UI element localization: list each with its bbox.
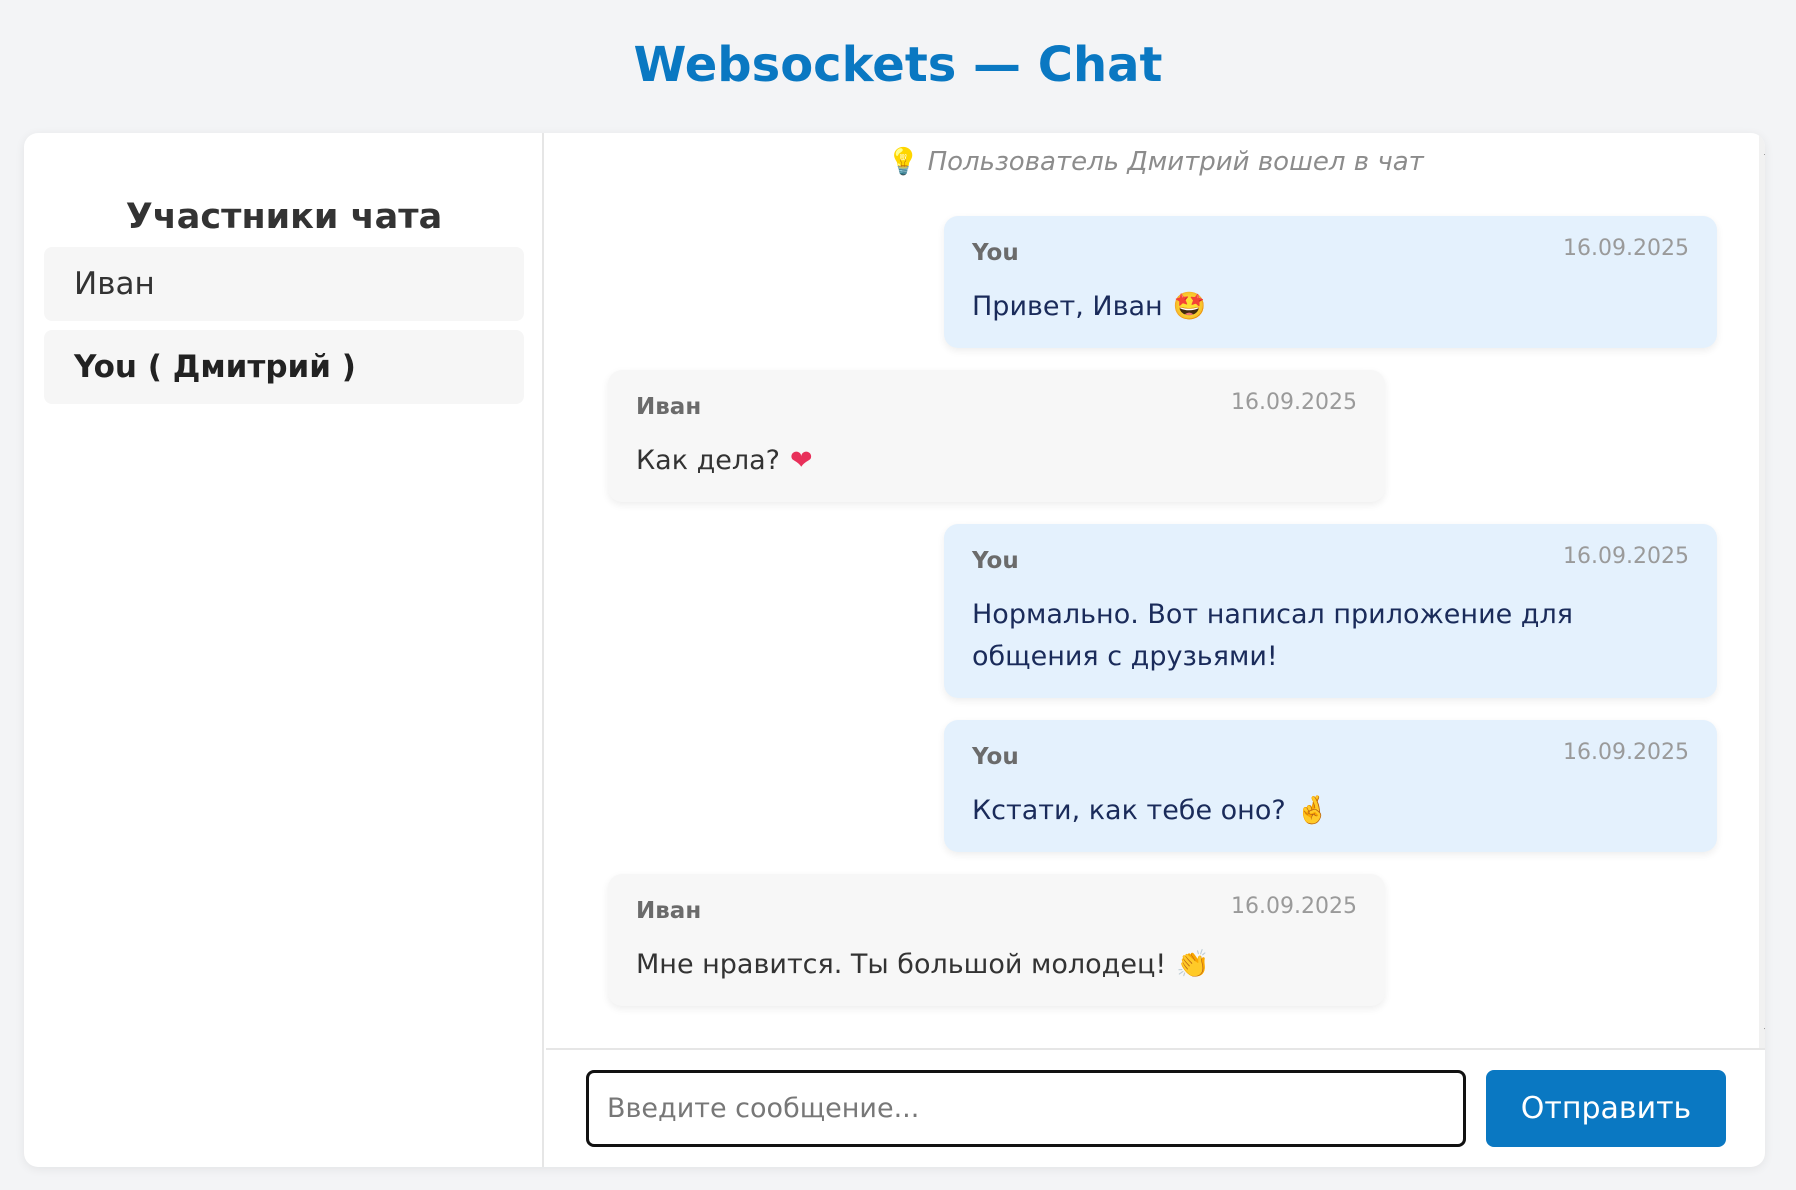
message-author: Иван bbox=[636, 394, 702, 420]
message-author: You bbox=[972, 744, 1019, 770]
lightbulb-icon: 💡 bbox=[887, 147, 920, 177]
crossed-fingers-emoji-icon: 🤞 bbox=[1295, 795, 1330, 826]
message-author: Иван bbox=[636, 898, 702, 924]
message-input[interactable] bbox=[586, 1070, 1466, 1147]
message-body: Нормально. Вот написал приложение для об… bbox=[972, 599, 1573, 672]
message-body: Кстати, как тебе оно? bbox=[972, 795, 1286, 826]
message-list[interactable]: 💡 Пользователь Дмитрий вошел в чат You 16… bbox=[546, 133, 1765, 1048]
message-body: Привет, Иван bbox=[972, 291, 1163, 322]
message-time: 16.09.2025 bbox=[1231, 390, 1357, 415]
member-item-ivan[interactable]: Иван bbox=[44, 247, 524, 321]
clapping-hands-emoji-icon: 👏 bbox=[1176, 949, 1210, 980]
star-struck-emoji-icon: 🤩 bbox=[1172, 291, 1207, 322]
members-sidebar: Участники чата Иван You ( Дмитрий ) bbox=[24, 133, 544, 1167]
message-time: 16.09.2025 bbox=[1231, 894, 1357, 919]
message-time: 16.09.2025 bbox=[1563, 236, 1689, 261]
page-title: Websockets — Chat bbox=[633, 37, 1163, 93]
message-bubble: You 16.09.2025 Нормально. Вот написал пр… bbox=[944, 524, 1717, 698]
message-bubble: You 16.09.2025 Кстати, как тебе оно? 🤞 bbox=[944, 720, 1717, 852]
message-body: Мне нравится. Ты большой молодец! bbox=[636, 949, 1167, 980]
send-button[interactable]: Отправить bbox=[1486, 1070, 1726, 1147]
message-bubble: You 16.09.2025 Привет, Иван 🤩 bbox=[944, 216, 1717, 348]
message-author: You bbox=[972, 240, 1019, 266]
message-composer: Отправить bbox=[546, 1048, 1765, 1167]
message-text: Кстати, как тебе оно? 🤞 bbox=[972, 790, 1689, 832]
message-bubble: Иван 16.09.2025 Как дела? ❤ bbox=[608, 370, 1385, 502]
message-list-scrollbar[interactable] bbox=[1759, 133, 1765, 1048]
message-author: You bbox=[972, 548, 1019, 574]
chat-panel: Участники чата Иван You ( Дмитрий ) 💡 Пол… bbox=[24, 133, 1765, 1167]
message-time: 16.09.2025 bbox=[1563, 740, 1689, 765]
heart-emoji-icon: ❤ bbox=[790, 445, 813, 476]
triangle-down-icon[interactable] bbox=[1764, 1028, 1765, 1040]
triangle-up-icon[interactable] bbox=[1764, 143, 1765, 155]
system-message-text: Пользователь Дмитрий вошел в чат bbox=[927, 147, 1424, 177]
sidebar-title: Участники чата bbox=[125, 197, 443, 237]
message-time: 16.09.2025 bbox=[1563, 544, 1689, 569]
system-message: 💡 Пользователь Дмитрий вошел в чат bbox=[546, 147, 1765, 177]
message-body: Как дела? bbox=[636, 445, 781, 476]
message-bubble: Иван 16.09.2025 Мне нравится. Ты большой… bbox=[608, 874, 1385, 1006]
message-text: Как дела? ❤ bbox=[636, 440, 1357, 482]
message-text: Мне нравится. Ты большой молодец! 👏 bbox=[636, 944, 1357, 986]
message-text: Нормально. Вот написал приложение для об… bbox=[972, 594, 1689, 678]
message-text: Привет, Иван 🤩 bbox=[972, 286, 1689, 328]
member-item-me[interactable]: You ( Дмитрий ) bbox=[44, 330, 524, 404]
